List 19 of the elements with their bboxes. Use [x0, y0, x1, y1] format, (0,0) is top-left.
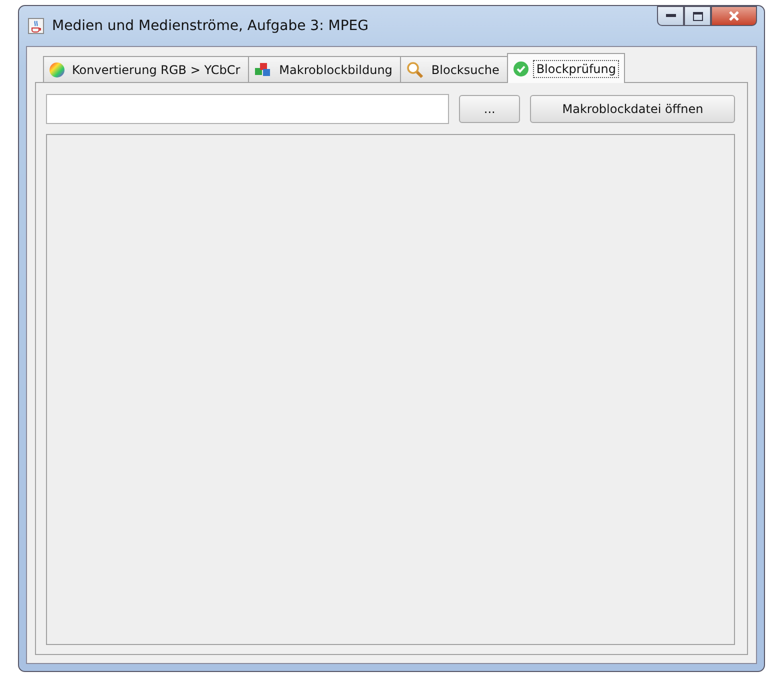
coffee-cup-icon — [28, 18, 44, 34]
cubes-icon — [254, 62, 272, 78]
close-button[interactable] — [711, 6, 757, 26]
tab[interactable]: Konvertierung RGB > YCbCr — [43, 56, 250, 82]
browse-button[interactable]: ... — [458, 95, 520, 123]
minimize-icon — [666, 14, 676, 18]
tab[interactable]: Makroblockbildung — [248, 56, 402, 82]
maximize-button[interactable] — [684, 6, 711, 26]
maximize-icon — [692, 12, 702, 20]
close-icon — [728, 11, 740, 21]
minimize-button[interactable] — [657, 6, 684, 26]
tab[interactable]: Blockprüfung — [507, 53, 625, 83]
search-icon — [406, 60, 424, 78]
tab[interactable]: Blocksuche — [400, 56, 508, 82]
check-icon — [513, 60, 530, 76]
file-path-field[interactable] — [46, 94, 449, 124]
window-title: Medien und Medienströme, Aufgabe 3: MPEG — [52, 18, 368, 34]
color-wheel-icon — [49, 62, 65, 78]
open-file-button[interactable]: Makroblockdatei öffnen — [530, 95, 735, 123]
